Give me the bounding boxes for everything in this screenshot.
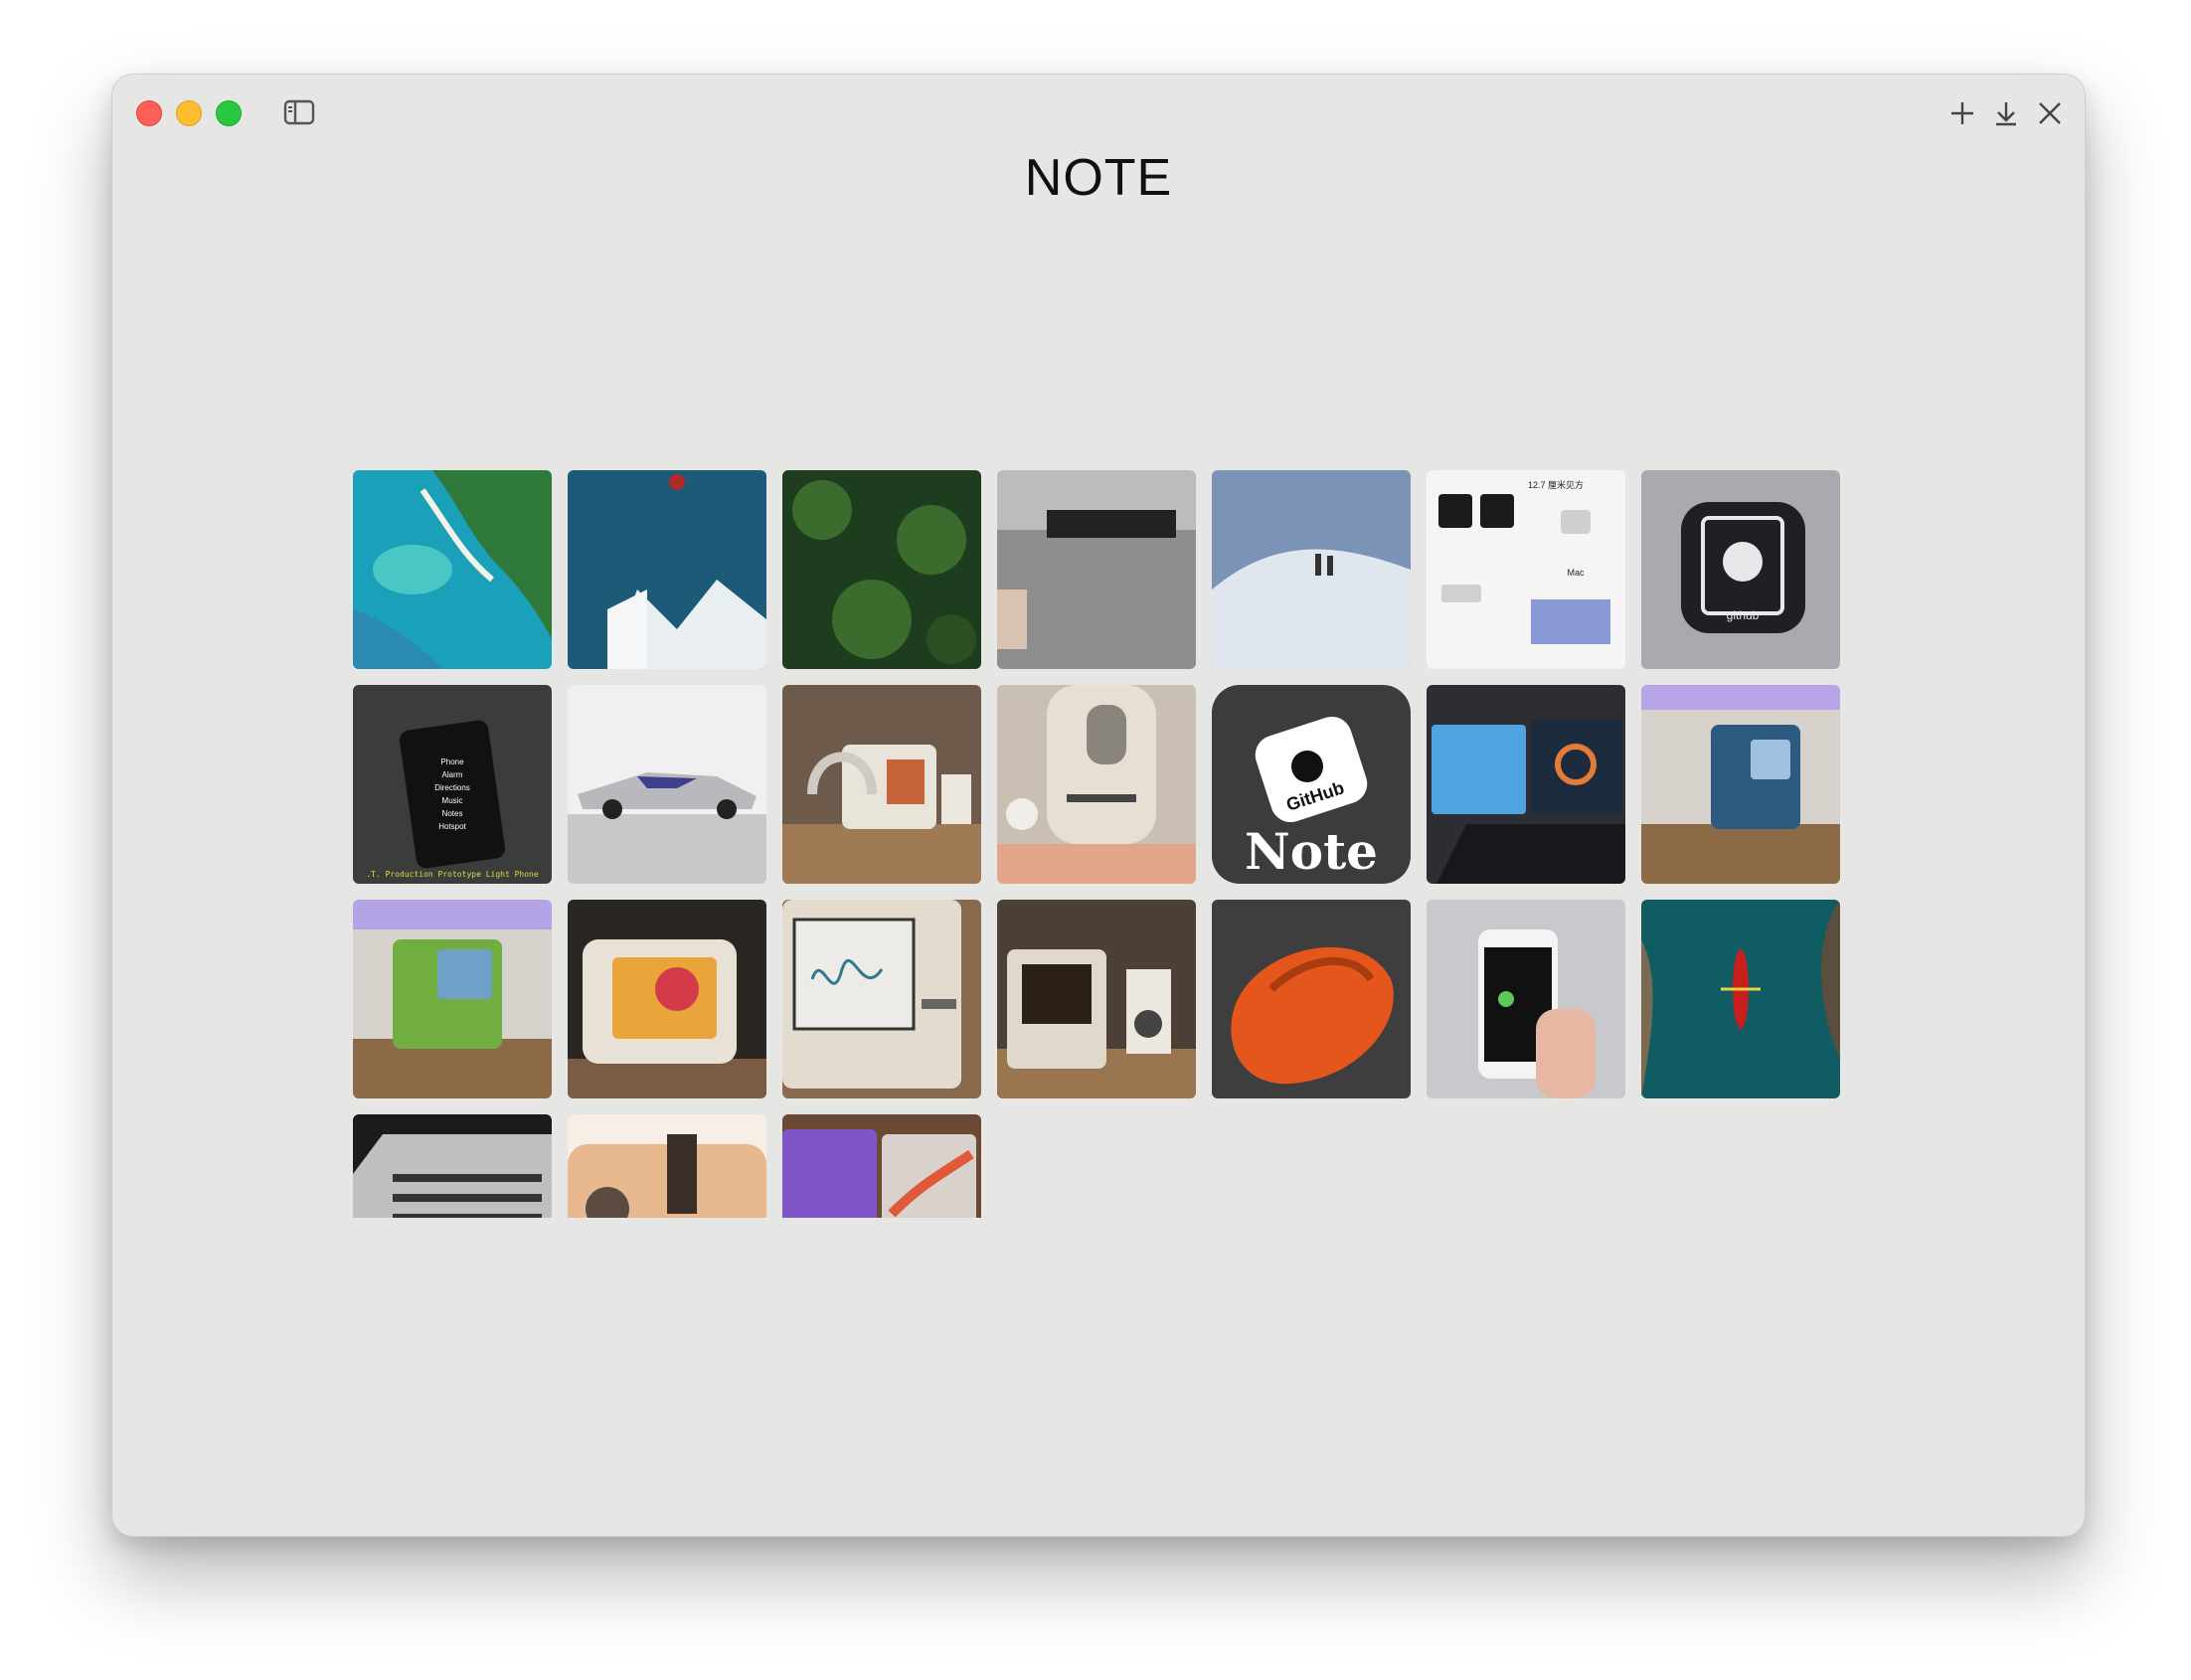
gallery-item-kayak-aerial[interactable] [1641,900,1840,1098]
svg-text:Note: Note [1245,822,1378,881]
gallery-item-green-cube-computer[interactable] [353,900,552,1098]
hand-holding-iphone-image [1427,900,1625,1098]
ski-jump-mountain-image [568,470,766,669]
toolbar-actions [1945,96,2067,130]
svg-text:12.7 厘米见方: 12.7 厘米见方 [1528,479,1584,490]
retro-mac-speakers-image [997,900,1196,1098]
gallery-item-concept-car[interactable] [568,685,766,884]
gallery-item-blue-cube-computer[interactable] [1641,685,1840,884]
orange-mouse-image [1212,900,1411,1098]
svg-text:github: github [1727,608,1760,622]
svg-text:Phone: Phone [440,757,464,766]
grey-device-label-image [997,470,1196,669]
gallery-item-mac-mini-infographic[interactable]: 12.7 厘米见方 Mac [1427,470,1625,669]
gallery-item-ski-jump-mountain[interactable] [568,470,766,669]
sidebar-toggle-button[interactable] [283,98,315,126]
close-window-button[interactable] [136,100,162,126]
page-title: NOTE [1024,149,1173,207]
github-note-logo-image: GitHub Note [1212,685,1411,884]
app-window: NOTE 12.7 厘米见方 Mac github Phone Alarm Di… [111,74,2086,1537]
coastline-aerial-image [353,470,552,669]
mac-mini-infographic-image: 12.7 厘米见方 Mac [1427,470,1625,669]
gallery-item-retro-mac-drawing[interactable] [782,900,981,1098]
gallery-item-github-note-logo[interactable]: GitHub Note [1212,685,1411,884]
image-gallery: 12.7 厘米见方 Mac github Phone Alarm Directi… [353,470,1844,1218]
forest-top-view-image [782,470,981,669]
gallery-item-hand-holding-phone-menu[interactable]: Phone Alarm Directions Music Notes Hotsp… [353,685,552,884]
silver-mini-pc-image [353,1114,552,1218]
plus-icon [1951,102,1973,124]
svg-text:Alarm: Alarm [442,770,463,779]
svg-text:.T. Production Prototype Light: .T. Production Prototype Light Phone [366,870,539,879]
maximize-window-button[interactable] [216,100,242,126]
hand-holding-phone-menu-image: Phone Alarm Directions Music Notes Hotsp… [353,685,552,884]
kayak-aerial-image [1641,900,1840,1098]
github-app-icon-image: github [1641,470,1840,669]
dual-screen-laptop-image [1427,685,1625,884]
svg-text:Hotspot: Hotspot [438,822,466,831]
minimize-window-button[interactable] [176,100,202,126]
gallery-item-orange-mouse[interactable] [1212,900,1411,1098]
gallery-item-dual-screen-laptop[interactable] [1427,685,1625,884]
blue-cube-computer-image [1641,685,1840,884]
add-button[interactable] [1945,96,1979,130]
svg-text:Notes: Notes [442,809,463,818]
tablets-desk-image [782,1114,981,1218]
retro-mac-drawing-image [782,900,981,1098]
gallery-item-retro-computer-headphones[interactable] [782,685,981,884]
label-printer-cat-image [997,685,1196,884]
sidebar-toggle-icon [283,99,315,125]
gallery-item-coastline-aerial[interactable] [353,470,552,669]
gallery-item-label-printer-cat[interactable] [997,685,1196,884]
concept-car-image [568,685,766,884]
gallery-item-hand-holding-iphone[interactable] [1427,900,1625,1098]
svg-text:Music: Music [442,796,463,805]
svg-text:Directions: Directions [434,783,470,792]
retro-computer-headphones-image [782,685,981,884]
svg-text:Mac: Mac [1567,568,1585,578]
gallery-item-peach-gadget[interactable] [568,1114,766,1218]
gallery-item-grey-device-label[interactable] [997,470,1196,669]
gallery-item-silver-mini-pc[interactable] [353,1114,552,1218]
gallery-item-retro-tv-computer[interactable] [568,900,766,1098]
download-icon [1996,102,2016,126]
snow-hikers-image [1212,470,1411,669]
gallery-item-tablets-desk[interactable] [782,1114,981,1218]
retro-tv-computer-image [568,900,766,1098]
gallery-item-forest-top-view[interactable] [782,470,981,669]
peach-gadget-image [568,1114,766,1218]
close-icon [2039,102,2061,124]
gallery-item-github-app-icon[interactable]: github [1641,470,1840,669]
gallery-item-snow-hikers[interactable] [1212,470,1411,669]
gallery-item-retro-mac-speakers[interactable] [997,900,1196,1098]
download-button[interactable] [1989,96,2023,130]
close-button[interactable] [2033,96,2067,130]
green-cube-computer-image [353,900,552,1098]
